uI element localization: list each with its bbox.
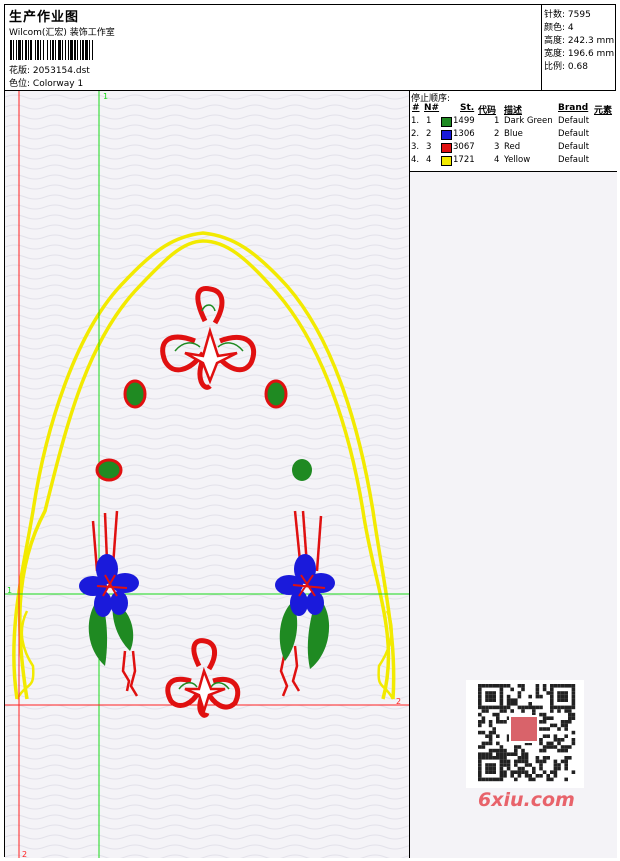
col-element: 元素 (594, 106, 613, 116)
cell-code: 1 (494, 116, 500, 126)
cell-description: Blue (504, 129, 523, 139)
oval-right-upper (264, 379, 288, 409)
barcode (10, 40, 93, 60)
design-value: 2053154.dst (32, 66, 90, 76)
color-swatch (441, 117, 452, 127)
cell-stitches: 1306 (453, 129, 475, 139)
sheet-header: 生产作业图 Wilcom(汇宏) 装饰工作室 花版: 2053154.dst 色… (5, 5, 615, 91)
color-swatch (441, 130, 452, 140)
marker-h2: 2 (396, 697, 401, 706)
cell-brand: Default (558, 155, 590, 165)
stop-sequence-row: 2. 2 1306 2 Blue Default (410, 129, 617, 142)
stat-stitches: 针数: 7595 (544, 7, 591, 20)
design-label: 花版: (9, 66, 31, 76)
stat-width: 宽度: 196.6 mm (544, 46, 614, 59)
col-code: 代码 (478, 106, 497, 116)
col-n: N# (424, 103, 440, 113)
cell-brand: Default (558, 116, 590, 126)
stat-label: 高度: (544, 36, 566, 46)
cell-index: 2. (411, 129, 420, 139)
cell-code: 3 (494, 142, 500, 152)
cell-index: 1. (411, 116, 420, 126)
stat-scale: 比例: 0.68 (544, 59, 588, 72)
col-stitches: St. (460, 103, 475, 113)
marker-v2: 2 (22, 850, 27, 858)
watermark-text: 6xiu.com (478, 789, 575, 811)
colorway-line: 色位: Colorway 1 (9, 76, 83, 89)
stat-value: 242.3 mm (567, 36, 615, 46)
colorway-value: Colorway 1 (32, 79, 84, 89)
cell-code: 2 (494, 129, 500, 139)
cell-brand: Default (558, 129, 590, 139)
cell-n: 4 (426, 155, 432, 165)
stop-sequence-header: # N# St. 代码 描述 Brand 元素 (410, 103, 617, 116)
cell-index: 3. (411, 142, 420, 152)
stop-sequence-row: 1. 1 1499 1 Dark Green Default (410, 116, 617, 129)
cell-description: Dark Green (504, 116, 553, 126)
fabric-texture (5, 91, 409, 858)
color-swatch (441, 156, 452, 166)
cell-description: Red (504, 142, 521, 152)
cell-n: 1 (426, 116, 432, 126)
cell-code: 4 (494, 155, 500, 165)
header-info: 生产作业图 Wilcom(汇宏) 装饰工作室 花版: 2053154.dst 色… (5, 5, 542, 90)
cell-brand: Default (558, 142, 590, 152)
stat-value: 4 (567, 23, 574, 33)
stat-colors: 颜色: 4 (544, 20, 574, 33)
stat-value: 196.6 mm (567, 49, 615, 59)
qr-code (466, 680, 584, 788)
col-description: 描述 (504, 106, 523, 116)
cell-stitches: 3067 (453, 142, 475, 152)
cell-stitches: 1721 (453, 155, 475, 165)
header-stats: 针数: 7595 颜色: 4 高度: 242.3 mm 宽度: 196.6 mm… (542, 5, 617, 90)
cell-index: 4. (411, 155, 420, 165)
stat-value: 0.68 (567, 62, 588, 72)
stat-label: 针数: (544, 10, 566, 20)
qr-code-image (478, 684, 576, 782)
stop-sequence-panel: 停止顺序: # N# St. 代码 描述 Brand 元素 1. 1 1499 1 Da… (410, 91, 617, 172)
studio-name: Wilcom(汇宏) 装饰工作室 (9, 28, 115, 38)
marker-h1: 1 (7, 586, 12, 595)
cell-n: 2 (426, 129, 432, 139)
marker-v1: 1 (103, 92, 108, 101)
stop-sequence-row: 3. 3 3067 3 Red Default (410, 142, 617, 155)
design-name-line: 花版: 2053154.dst (9, 63, 90, 76)
color-swatch (441, 143, 452, 153)
design-canvas: 1 1 2 2 (5, 91, 410, 858)
stop-sequence-row: 4. 4 1721 4 Yellow Default (410, 155, 617, 168)
stat-height: 高度: 242.3 mm (544, 33, 614, 46)
oval-right-lower (292, 459, 312, 481)
cell-stitches: 1499 (453, 116, 475, 126)
embroidery-design: 1 1 2 2 (5, 91, 409, 858)
cell-description: Yellow (504, 155, 531, 165)
col-brand: Brand (558, 103, 589, 113)
col-index: # (412, 103, 420, 113)
oval-left-upper (123, 379, 147, 409)
stat-label: 宽度: (544, 49, 566, 59)
stat-label: 比例: (544, 62, 566, 72)
oval-left-lower (95, 458, 123, 482)
cell-n: 3 (426, 142, 432, 152)
colorway-label: 色位: (9, 79, 31, 89)
sheet-title: 生产作业图 (9, 10, 80, 25)
stat-label: 颜色: (544, 23, 566, 33)
stat-value: 7595 (567, 10, 591, 20)
